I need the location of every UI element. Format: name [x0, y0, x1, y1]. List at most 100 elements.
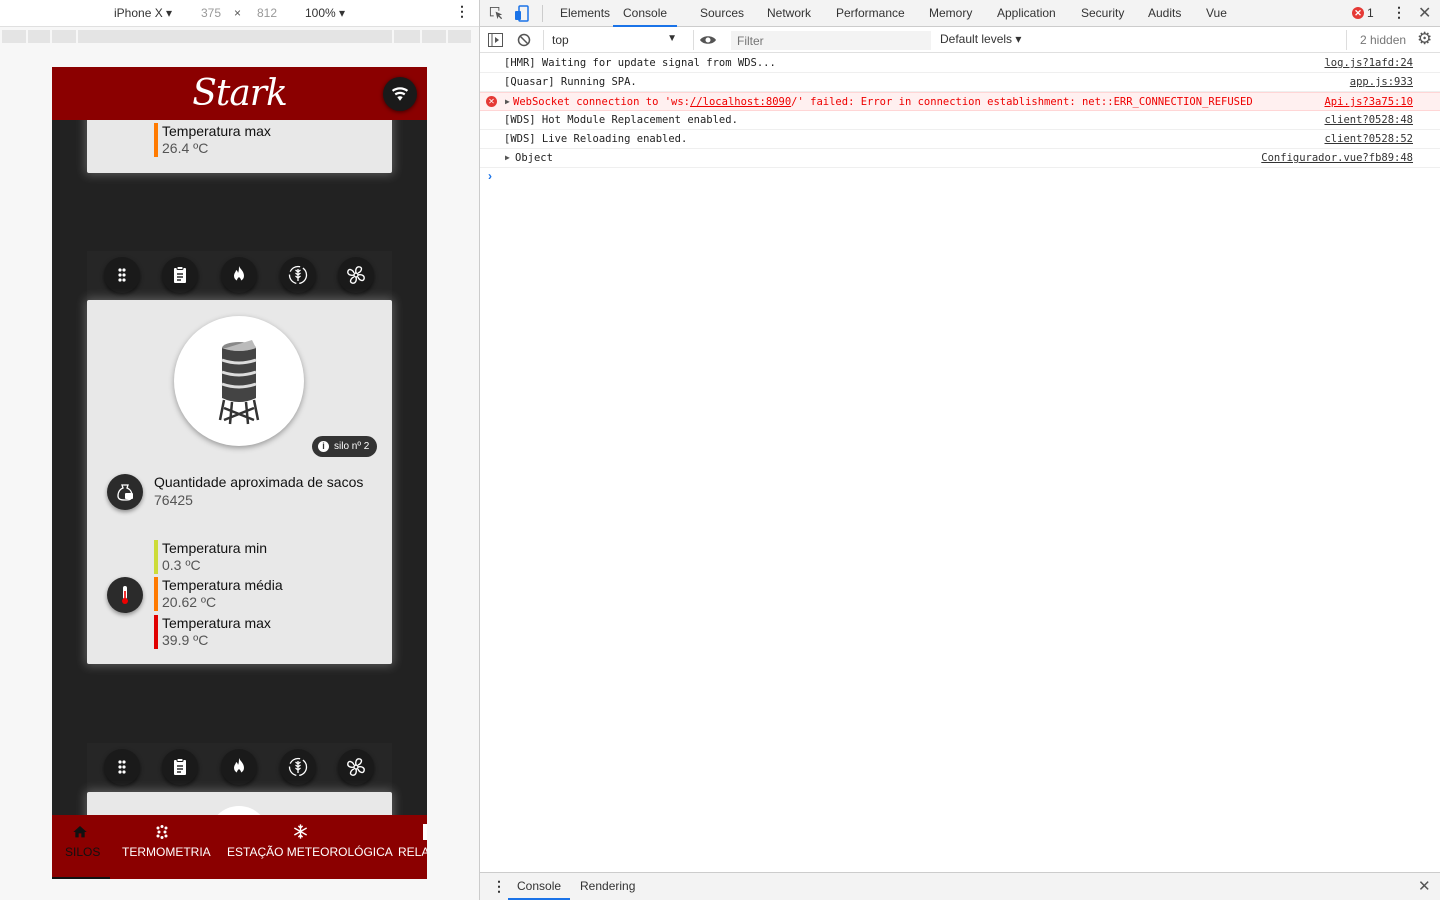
snowflake-icon [293, 824, 308, 839]
report-icon [423, 824, 427, 840]
device-mode-icon[interactable] [514, 5, 530, 22]
message-source-link[interactable]: log.js?1afd:24 [1324, 54, 1413, 72]
fire-button[interactable] [221, 749, 257, 785]
temp-label: Temperatura média [162, 577, 283, 593]
tab-sources[interactable]: Sources [700, 0, 744, 27]
devtools-tabbar: Elements Console Sources Network Perform… [480, 0, 1440, 27]
silo-icon [218, 340, 260, 425]
error-icon[interactable]: ✕ [1352, 7, 1364, 19]
silo-badge[interactable]: i silo nº 2 [312, 436, 378, 457]
silo-card-3-toolbar [87, 743, 392, 792]
message-source-link[interactable]: client?0528:48 [1324, 111, 1413, 129]
silo-card-2: i silo nº 2 Quantidade aproximada de sac… [87, 300, 392, 664]
nav-estacao-meteorologica[interactable]: ESTAÇÃO METEOROLÓGICA [222, 815, 393, 879]
dimension-times: × [234, 6, 242, 20]
temp-max-row: Temperatura max 26.4 ºC [154, 123, 271, 157]
temp-value: 20.62 ºC [162, 594, 217, 610]
sidebar-toggle-icon[interactable] [488, 33, 503, 47]
nav-termometria[interactable]: TERMOMETRIA [112, 815, 212, 879]
wifi-button[interactable] [383, 77, 417, 111]
message-source-link[interactable]: Api.js?3a75:10 [1324, 93, 1413, 111]
message-source-link[interactable]: app.js:933 [1350, 73, 1413, 91]
wifi-icon [391, 87, 409, 101]
tab-audits[interactable]: Audits [1148, 0, 1181, 27]
console-messages: [HMR] Waiting for update signal from WDS… [480, 54, 1440, 186]
tab-memory[interactable]: Memory [929, 0, 972, 27]
message-text: [Quasar] Running SPA. [504, 76, 637, 88]
fire-icon [234, 758, 244, 774]
nav-label: TERMOMETRIA [122, 845, 211, 859]
clipboard-icon [174, 758, 186, 775]
thermometer-icon-circle [107, 577, 143, 613]
console-settings-icon[interactable]: ⚙ [1417, 29, 1432, 49]
console-message[interactable]: ▶ Object Configurador.vue?fb89:48 [480, 149, 1440, 168]
expand-arrow-icon[interactable]: ▶ [505, 93, 510, 111]
zoom-select[interactable]: 100% ▾ [305, 6, 345, 20]
console-prompt[interactable]: › [480, 168, 1440, 186]
eye-icon[interactable] [699, 34, 717, 46]
drawer-menu-icon[interactable]: ⋮ [492, 878, 506, 895]
nav-relat[interactable]: RELAT [392, 815, 427, 879]
grain-button[interactable] [280, 257, 316, 293]
filter-input[interactable] [731, 31, 931, 50]
drag-dots-icon [118, 268, 126, 282]
message-source-link[interactable]: client?0528:52 [1324, 130, 1413, 148]
tab-security[interactable]: Security [1081, 0, 1124, 27]
more-options-icon[interactable]: ⋮ [455, 4, 469, 18]
phone-viewport: Stark Temperatura max 26.4 ºC i silo nº … [52, 67, 427, 879]
error-count[interactable]: 1 [1367, 6, 1374, 20]
temp-avg-row: Temperatura média 20.62 ºC [154, 577, 283, 611]
temp-max-row: Temperatura max 39.9 ºC [154, 615, 271, 649]
device-width-input[interactable]: 375 [201, 6, 221, 20]
chevron-down-icon: ▼ [667, 33, 677, 44]
console-message[interactable]: [WDS] Hot Module Replacement enabled. cl… [480, 111, 1440, 130]
fan-icon [347, 758, 365, 776]
clear-console-icon[interactable] [517, 33, 531, 47]
fan-button[interactable] [338, 749, 374, 785]
message-text: [HMR] Waiting for update signal from WDS… [504, 57, 776, 69]
thermometer-icon [122, 586, 128, 604]
tab-network[interactable]: Network [767, 0, 811, 27]
tab-application[interactable]: Application [997, 0, 1056, 27]
message-url-link[interactable]: //localhost:8090 [690, 96, 791, 108]
drawer-tab-rendering[interactable]: Rendering [580, 873, 635, 900]
close-devtools-icon[interactable]: ✕ [1418, 3, 1431, 23]
device-select[interactable]: iPhone X ▾ [114, 6, 172, 20]
clipboard-button[interactable] [162, 257, 198, 293]
tab-performance[interactable]: Performance [836, 0, 905, 27]
drawer-tab-console[interactable]: Console [508, 873, 571, 900]
grain-button[interactable] [280, 749, 316, 785]
log-levels-select[interactable]: Default levels ▾ [940, 32, 1021, 46]
tab-vue[interactable]: Vue [1206, 0, 1227, 27]
hidden-count[interactable]: 2 hidden [1360, 33, 1406, 47]
console-toolbar: top ▼ Default levels ▾ 2 hidden ⚙ [480, 27, 1440, 53]
silo-number-label: silo nº 2 [334, 441, 370, 452]
dots-icon [156, 825, 168, 839]
nav-silos[interactable]: SILOS [52, 815, 110, 879]
drag-button[interactable] [104, 257, 140, 293]
drag-button[interactable] [104, 749, 140, 785]
message-source-link[interactable]: Configurador.vue?fb89:48 [1261, 149, 1413, 167]
tab-console[interactable]: Console [613, 0, 678, 27]
clipboard-button[interactable] [162, 749, 198, 785]
grain-cycle-icon [288, 265, 308, 285]
devtools-menu-icon[interactable]: ⋮ [1392, 4, 1406, 21]
message-text: [WDS] Live Reloading enabled. [504, 133, 688, 145]
media-query-bar[interactable] [2, 30, 477, 43]
tab-elements[interactable]: Elements [560, 0, 610, 27]
console-error-message[interactable]: ✕ ▶ WebSocket connection to 'ws://localh… [480, 92, 1440, 111]
nav-label: RELAT [398, 845, 427, 859]
console-message[interactable]: [WDS] Live Reloading enabled. client?052… [480, 130, 1440, 149]
fan-button[interactable] [338, 257, 374, 293]
device-height-input[interactable]: 812 [257, 6, 277, 20]
app-logo: Stark [192, 73, 288, 114]
console-message[interactable]: [HMR] Waiting for update signal from WDS… [480, 54, 1440, 73]
expand-arrow-icon[interactable]: ▶ [505, 149, 510, 167]
app-header: Stark [52, 67, 427, 120]
inspect-icon[interactable] [489, 6, 504, 21]
fire-button[interactable] [221, 257, 257, 293]
close-drawer-icon[interactable]: ✕ [1418, 877, 1431, 895]
context-select[interactable]: top ▼ [543, 30, 683, 50]
silo-image[interactable] [174, 316, 304, 446]
console-message[interactable]: [Quasar] Running SPA. app.js:933 [480, 73, 1440, 92]
